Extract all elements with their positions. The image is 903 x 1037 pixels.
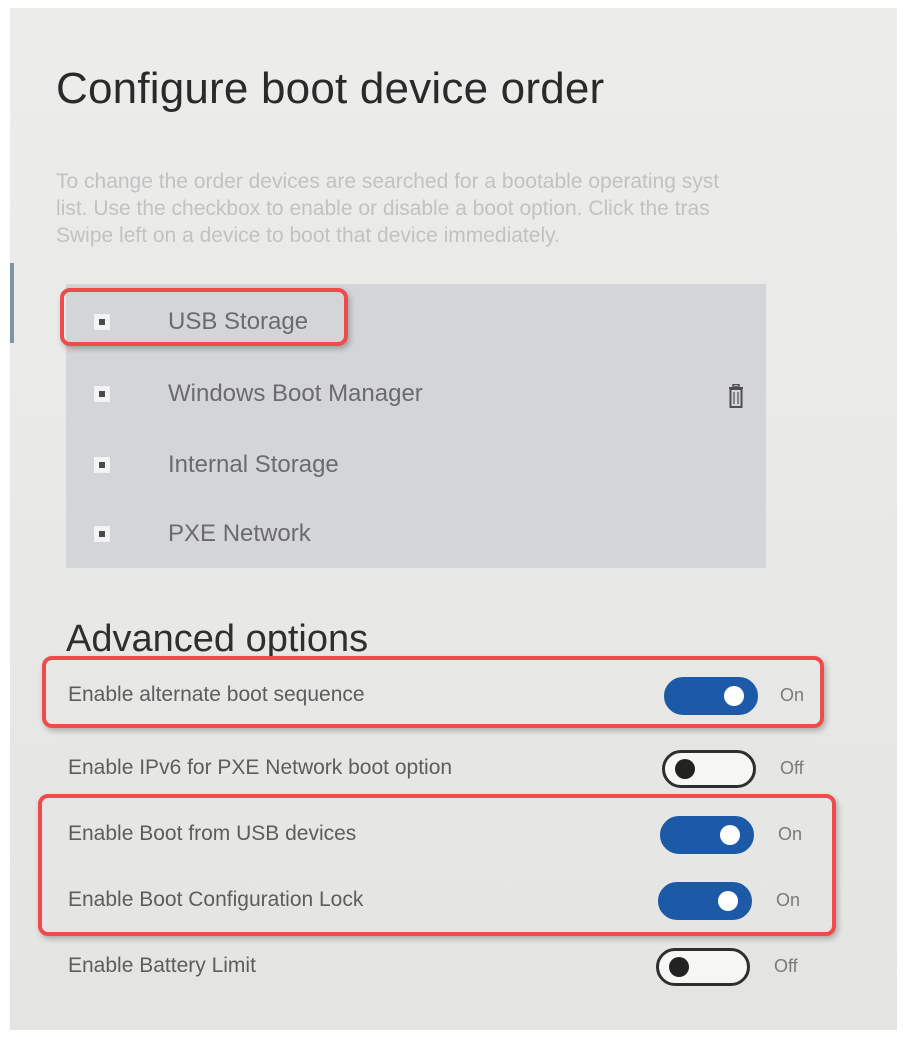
boot-item-windows-boot-manager[interactable]: Windows Boot Manager [66, 364, 766, 424]
alternate-boot-sequence-toggle[interactable] [664, 677, 758, 715]
uefi-settings-screen: Configure boot device order To change th… [10, 8, 897, 1030]
trash-icon[interactable] [728, 384, 744, 408]
boot-item-checkbox[interactable] [94, 526, 110, 542]
toggle-state-label: Off [780, 758, 804, 778]
boot-item-checkbox[interactable] [94, 314, 110, 330]
boot-device-list: USB Storage Windows Boot Manager Interna… [66, 284, 766, 568]
toggle-knob [718, 891, 738, 911]
option-label: Enable Battery Limit [68, 954, 256, 977]
battery-limit-toggle[interactable] [656, 948, 750, 986]
ipv6-pxe-toggle[interactable] [662, 750, 756, 788]
option-label: Enable Boot from USB devices [68, 822, 357, 845]
option-label: Enable IPv6 for PXE Network boot option [68, 756, 453, 779]
option-battery-limit: Enable Battery Limit Off [68, 948, 838, 988]
advanced-options-heading: Advanced options [66, 618, 369, 660]
toggle-knob [720, 825, 740, 845]
option-label: Enable Boot Configuration Lock [68, 888, 364, 911]
toggle-state-label: On [776, 890, 801, 910]
boot-from-usb-toggle[interactable] [660, 816, 754, 854]
option-boot-from-usb: Enable Boot from USB devices On [68, 816, 838, 856]
description-line: To change the order devices are searched… [56, 170, 720, 193]
boot-item-checkbox[interactable] [94, 386, 110, 402]
page-title: Configure boot device order [56, 64, 605, 113]
option-label: Enable alternate boot sequence [68, 683, 365, 706]
page-description: To change the order devices are searched… [56, 168, 897, 249]
description-line: Swipe left on a device to boot that devi… [56, 224, 560, 247]
option-boot-configuration-lock: Enable Boot Configuration Lock On [68, 882, 838, 922]
edge-accent [10, 263, 14, 343]
boot-item-label: USB Storage [168, 308, 309, 335]
boot-item-checkbox[interactable] [94, 457, 110, 473]
toggle-knob [675, 759, 695, 779]
boot-item-label: Internal Storage [168, 451, 339, 478]
boot-configuration-lock-toggle[interactable] [658, 882, 752, 920]
toggle-state-label: On [780, 685, 805, 705]
toggle-knob [724, 686, 744, 706]
option-ipv6-pxe: Enable IPv6 for PXE Network boot option … [68, 750, 838, 790]
boot-item-internal-storage[interactable]: Internal Storage [66, 435, 766, 495]
description-line: list. Use the checkbox to enable or disa… [56, 197, 710, 220]
toggle-knob [669, 957, 689, 977]
boot-item-pxe-network[interactable]: PXE Network [66, 504, 766, 564]
toggle-state-label: On [778, 824, 803, 844]
option-alternate-boot-sequence: Enable alternate boot sequence On [68, 677, 838, 717]
boot-item-label: PXE Network [168, 520, 311, 547]
boot-item-usb-storage[interactable]: USB Storage [66, 292, 766, 352]
boot-item-label: Windows Boot Manager [168, 380, 423, 407]
toggle-state-label: Off [774, 956, 798, 976]
